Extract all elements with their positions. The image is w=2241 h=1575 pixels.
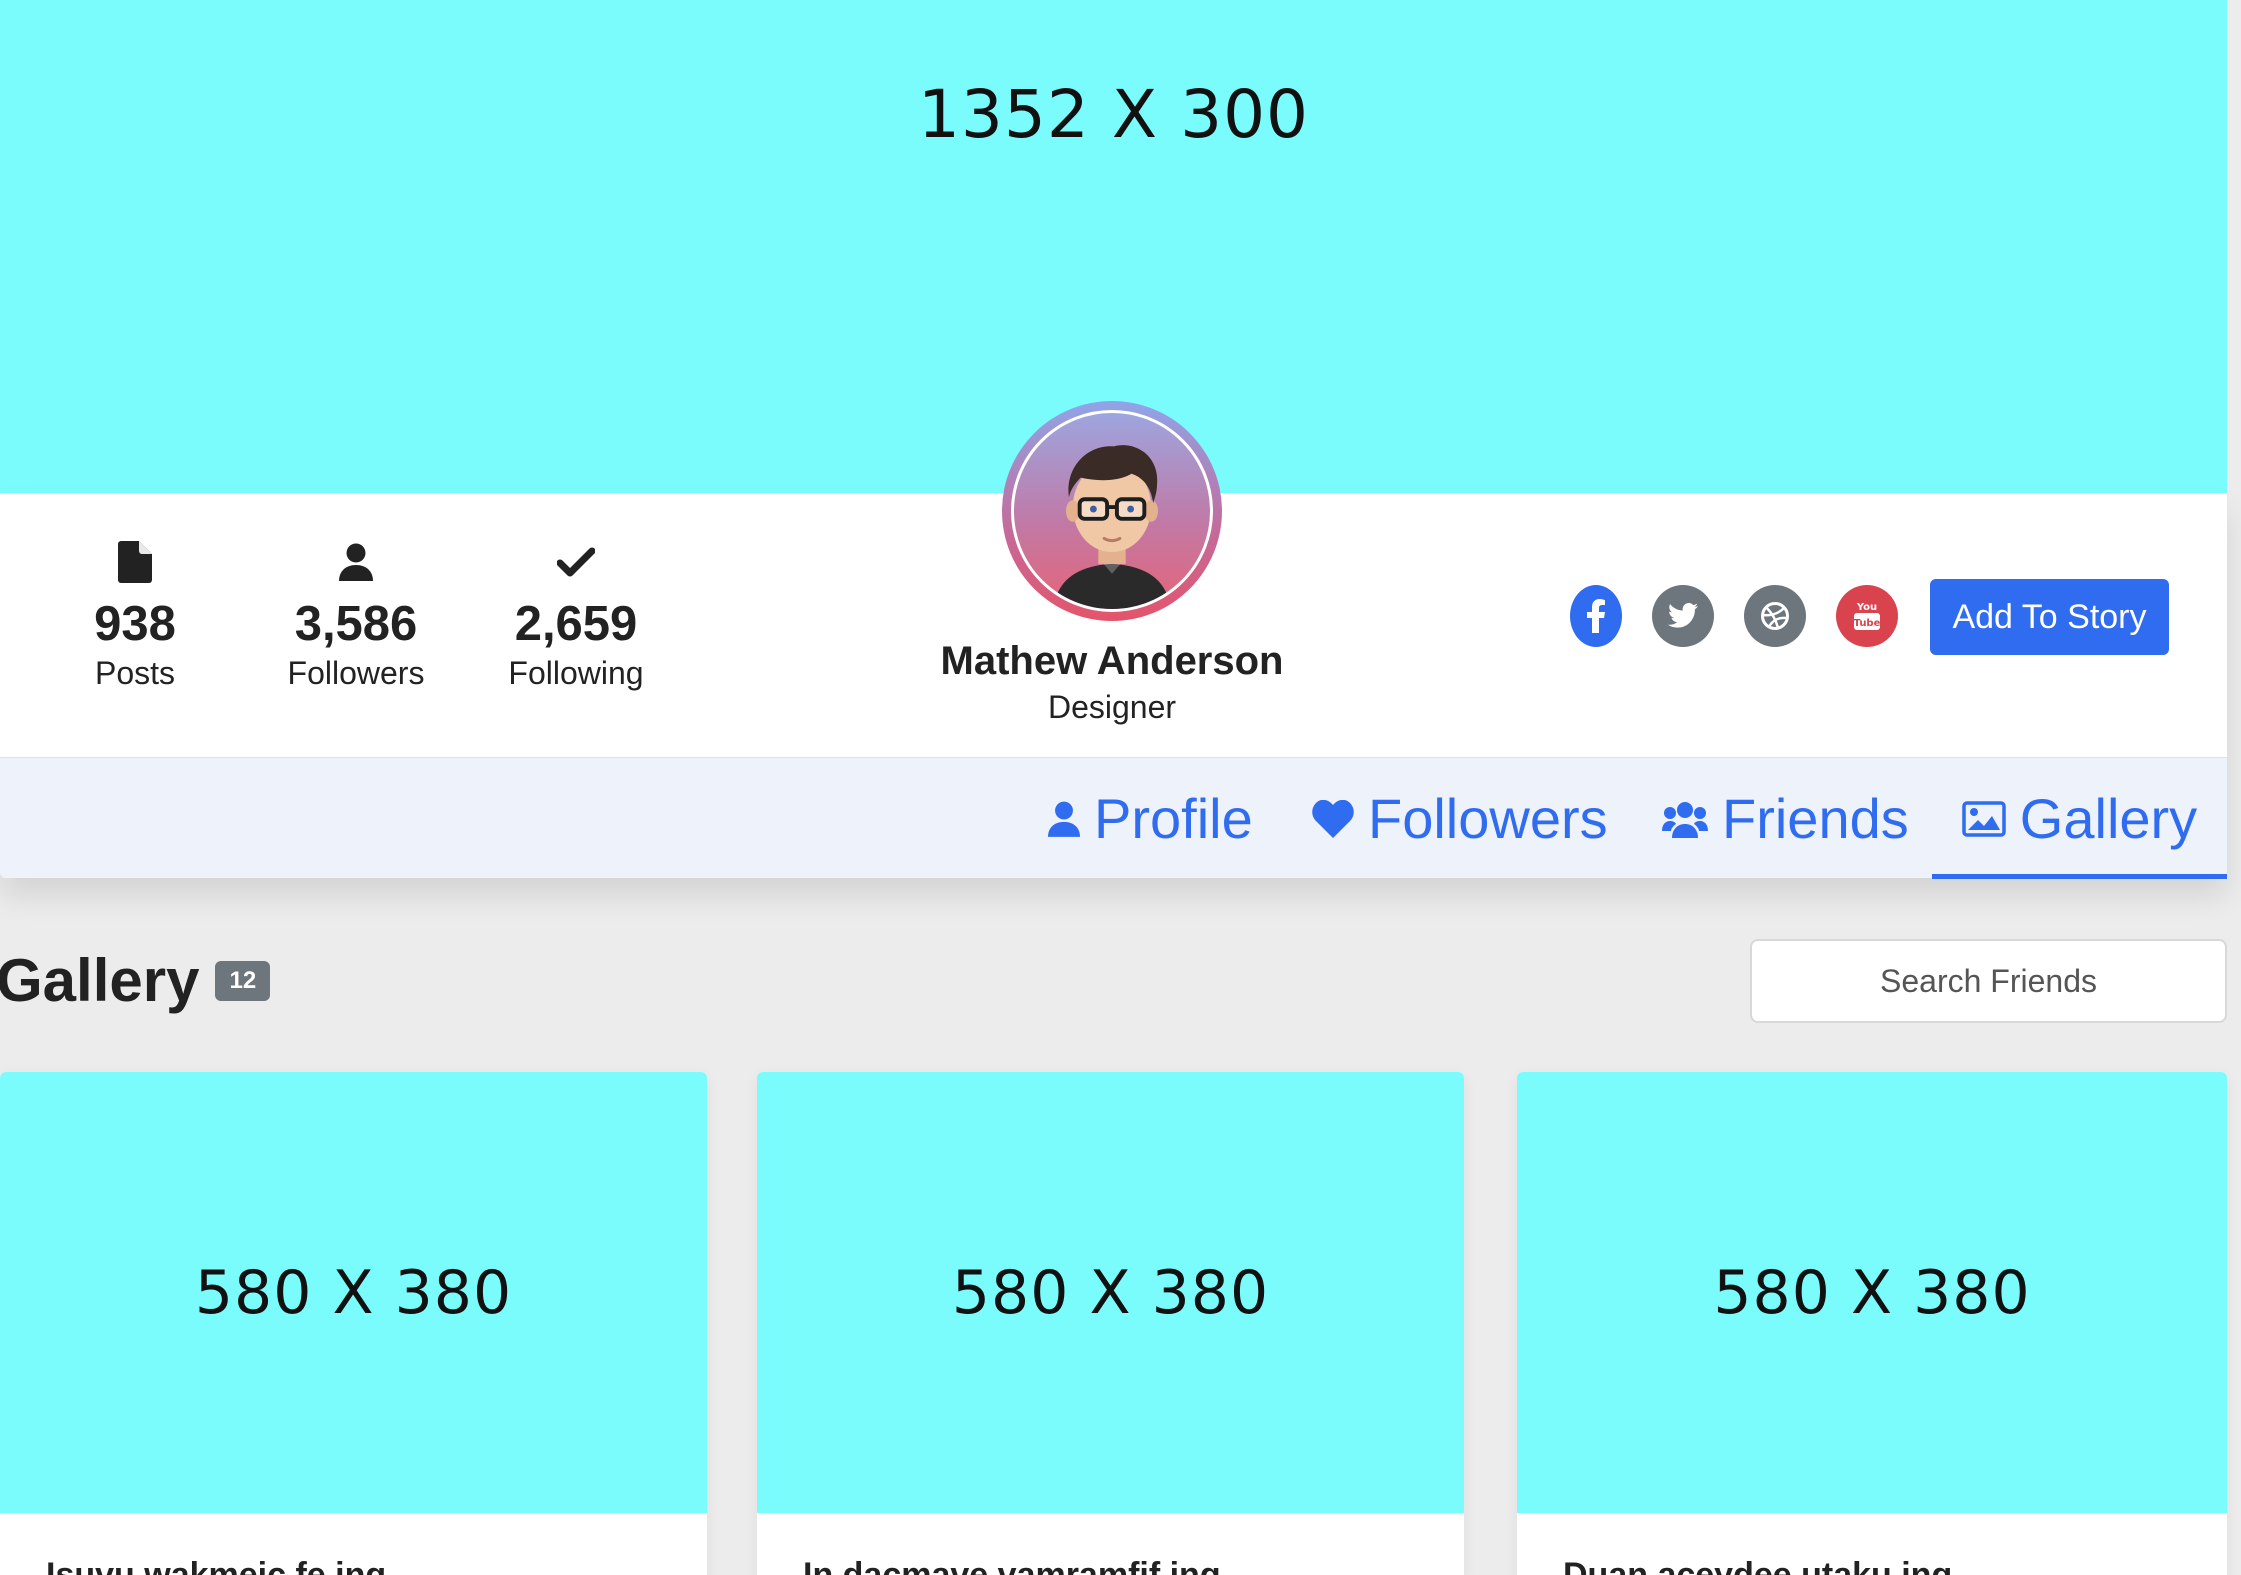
- profile-name: Mathew Anderson: [940, 639, 1284, 683]
- facebook-icon[interactable]: [1570, 585, 1622, 647]
- tab-label: Followers: [1368, 787, 1608, 850]
- gallery-card[interactable]: 580 X 380 In dacmave vamramfif ing: [757, 1072, 1464, 1575]
- gallery-card-image: 580 X 380: [757, 1072, 1464, 1513]
- svg-text:Tube: Tube: [1854, 618, 1881, 629]
- social-links: You Tube: [1570, 585, 1928, 647]
- tab-gallery[interactable]: Gallery: [1932, 758, 2227, 879]
- image-placeholder-text: 580 X 380: [951, 1257, 1270, 1328]
- gallery-card[interactable]: 580 X 380 Duan aceydee utaku ing: [1517, 1072, 2227, 1575]
- image-placeholder-text: 580 X 380: [1713, 1257, 2031, 1328]
- search-input[interactable]: [1750, 939, 2227, 1023]
- profile-role: Designer: [1047, 689, 1177, 725]
- stat-value: 2,659: [514, 597, 638, 651]
- profile-tabs: Profile Followers Friends Gallery: [0, 757, 2227, 879]
- cover-placeholder-text: 1352 X 300: [917, 76, 1310, 153]
- youtube-icon[interactable]: You Tube: [1836, 585, 1898, 647]
- tab-friends[interactable]: Friends: [1662, 758, 1909, 879]
- tab-profile[interactable]: Profile: [1048, 758, 1253, 879]
- active-tab-indicator: [1932, 874, 2227, 879]
- stat-followers: 3,586 Followers: [256, 537, 456, 693]
- users-icon: [1662, 800, 1708, 838]
- tab-label: Gallery: [2019, 787, 2198, 850]
- profile-stats: 938 Posts 3,586 Followers 2,659 Followin…: [60, 537, 676, 693]
- add-to-story-button[interactable]: Add To Story: [1930, 579, 2169, 655]
- stat-label: Following: [508, 655, 644, 691]
- svg-text:You: You: [1856, 602, 1877, 613]
- gallery-heading: Gallery 12: [0, 946, 271, 1015]
- avatar: [1002, 401, 1222, 621]
- gallery-card-image: 580 X 380: [0, 1072, 707, 1513]
- stat-posts: 938 Posts: [60, 537, 210, 693]
- stat-following: 2,659 Following: [476, 537, 676, 693]
- dribbble-icon[interactable]: [1744, 585, 1806, 647]
- tab-followers[interactable]: Followers: [1312, 758, 1608, 879]
- stat-label: Followers: [287, 655, 425, 691]
- profile-page: 1352 X 300 938 Posts 3,586 Followers 2,6…: [0, 0, 2241, 1575]
- image-placeholder-text: 580 X 380: [194, 1257, 513, 1328]
- user-icon: [1048, 800, 1080, 838]
- gallery-card-caption: Duan aceydee utaku ing: [1563, 1556, 1953, 1575]
- image-icon: [1962, 800, 2006, 837]
- stat-value: 3,586: [294, 597, 418, 651]
- gallery-card-image: 580 X 380: [1517, 1072, 2227, 1513]
- gallery-card-caption: In dacmave vamramfif ing: [803, 1556, 1221, 1575]
- twitter-icon[interactable]: [1652, 585, 1714, 647]
- tab-label: Friends: [1722, 787, 1909, 850]
- gallery-title: Gallery: [0, 947, 200, 1014]
- stat-label: Posts: [94, 655, 176, 691]
- user-icon: [339, 537, 373, 587]
- check-icon: [557, 537, 595, 587]
- avatar-image: [1011, 410, 1213, 612]
- gallery-card[interactable]: 580 X 380 Isuvu wakmeic fe ing: [0, 1072, 707, 1575]
- file-icon: [118, 537, 152, 587]
- heart-icon: [1312, 799, 1354, 838]
- gallery-card-caption: Isuvu wakmeic fe ing: [46, 1556, 387, 1575]
- tab-label: Profile: [1094, 787, 1253, 850]
- gallery-count-badge: 12: [215, 960, 271, 1001]
- stat-value: 938: [94, 597, 176, 651]
